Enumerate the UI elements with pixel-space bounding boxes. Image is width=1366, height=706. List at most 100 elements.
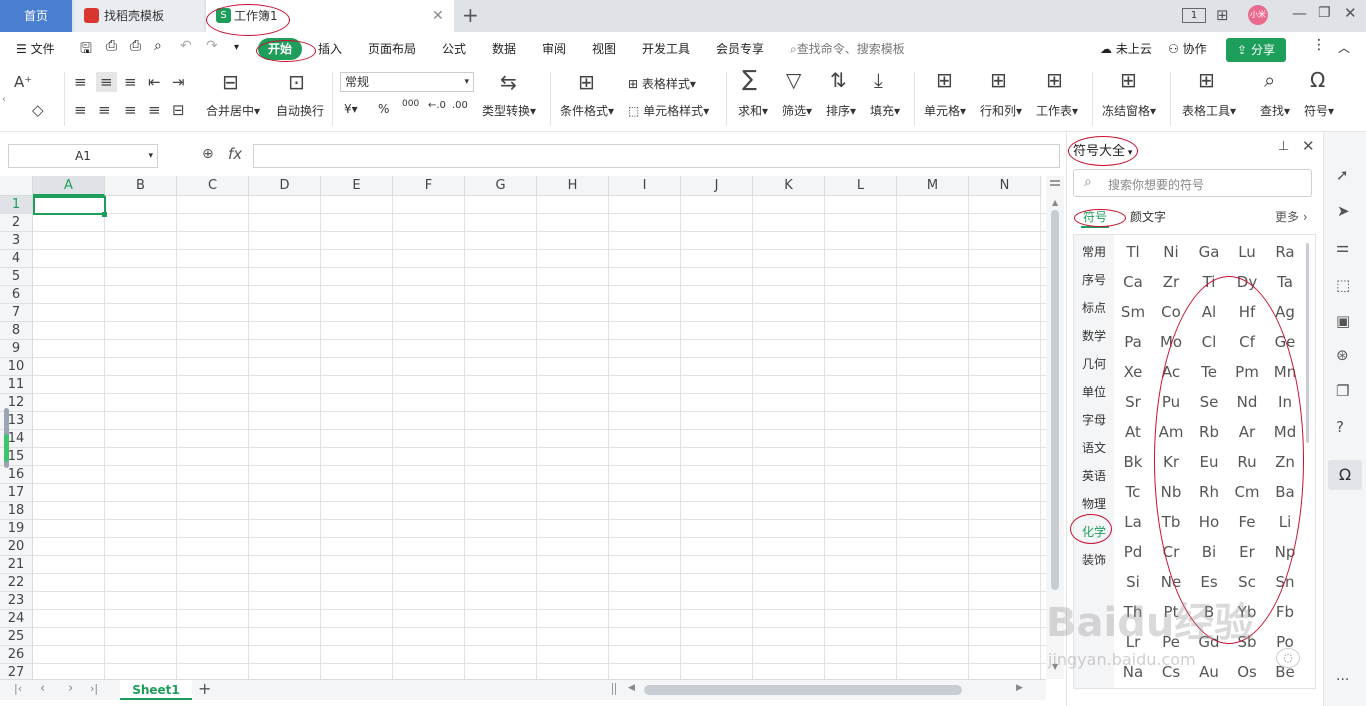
file-menu[interactable]: ☰ 文件 <box>16 40 55 57</box>
tab-data[interactable]: 数据 <box>492 40 516 57</box>
tab-home[interactable]: 首页 <box>0 0 72 32</box>
share-button[interactable]: ⇪ 分享 <box>1226 38 1286 62</box>
column-header[interactable]: E <box>321 176 393 196</box>
merge-center-button[interactable]: 合并居中▾ <box>206 102 260 119</box>
align-center-icon[interactable]: ≡ <box>98 102 111 118</box>
symbol-category[interactable]: 物理 <box>1074 495 1114 512</box>
symbol-panel-toggle-icon[interactable]: Ω <box>1328 460 1362 490</box>
sum-icon[interactable]: ∑ <box>742 69 757 91</box>
tab-page-layout[interactable]: 页面布局 <box>368 40 416 57</box>
column-header[interactable]: M <box>897 176 969 196</box>
symbol-search-input[interactable]: ⌕ 搜索你想要的符号 <box>1073 169 1312 197</box>
find-button[interactable]: 查找▾ <box>1260 102 1290 119</box>
symbol-category[interactable]: 英语 <box>1074 467 1114 484</box>
column-header[interactable]: A <box>33 176 105 196</box>
row-header[interactable]: 25 <box>0 628 33 646</box>
column-header[interactable]: K <box>753 176 825 196</box>
redo-icon[interactable]: ↷ <box>206 38 218 54</box>
percent-button[interactable]: % <box>378 102 389 116</box>
column-header[interactable]: B <box>105 176 177 196</box>
row-col-button[interactable]: 行和列▾ <box>980 102 1022 119</box>
wrap-text-icon[interactable]: ⊡ <box>288 72 305 92</box>
row-header[interactable]: 23 <box>0 592 33 610</box>
tab-view[interactable]: 视图 <box>592 40 616 57</box>
collab-button[interactable]: ⚇ 协作 <box>1168 40 1207 57</box>
column-header[interactable]: J <box>681 176 753 196</box>
symbol-cell[interactable]: Os <box>1228 663 1266 681</box>
symbol-cell[interactable]: Xe <box>1114 363 1152 381</box>
scroll-up-icon[interactable]: ▲ <box>1052 198 1058 207</box>
undo-icon[interactable]: ↶ <box>180 38 192 54</box>
table-tools-icon[interactable]: ⊞ <box>1198 70 1215 90</box>
scroll-thumb[interactable] <box>1051 210 1059 590</box>
symbol-category[interactable]: 装饰 <box>1074 551 1114 568</box>
align-right-icon[interactable]: ≡ <box>124 102 137 118</box>
decimal-decrease-icon[interactable]: .00 <box>452 100 468 111</box>
image-icon[interactable]: ▣ <box>1336 312 1350 330</box>
row-header[interactable]: 6 <box>0 286 33 304</box>
symbol-cell[interactable]: Pa <box>1114 333 1152 351</box>
minimize-icon[interactable]: — <box>1292 4 1307 22</box>
fill-button[interactable]: 填充▾ <box>870 102 900 119</box>
symbol-cell[interactable]: Si <box>1114 573 1152 591</box>
symbol-cell[interactable]: La <box>1114 513 1152 531</box>
number-format-select[interactable]: 常规 ▾ <box>340 72 474 92</box>
column-header[interactable]: F <box>393 176 465 196</box>
chat-bubble-icon[interactable]: ◌ <box>1276 648 1300 668</box>
indent-decrease-icon[interactable]: ⇤ <box>148 74 161 90</box>
conditional-format-icon[interactable]: ⊞ <box>578 72 595 92</box>
symbol-cell[interactable]: Sr <box>1114 393 1152 411</box>
row-header[interactable]: 4 <box>0 250 33 268</box>
symbol-category[interactable]: 标点 <box>1074 299 1114 316</box>
sort-button[interactable]: 排序▾ <box>826 102 856 119</box>
symbol-cell[interactable]: Ta <box>1266 273 1304 291</box>
command-search[interactable]: ⌕查找命令、搜索模板 <box>790 40 905 57</box>
type-convert-icon[interactable]: ⇆ <box>500 72 517 92</box>
freeze-panes-icon[interactable]: ⊞ <box>1120 70 1137 90</box>
name-box[interactable]: A1 ▾ <box>8 144 158 168</box>
row-header[interactable]: 21 <box>0 556 33 574</box>
sheet-tab-sheet1[interactable]: Sheet1 <box>120 680 192 700</box>
symbol-scroll-thumb[interactable] <box>1306 243 1309 443</box>
merge-center-icon[interactable]: ⊟ <box>222 72 239 92</box>
row-header[interactable]: 20 <box>0 538 33 556</box>
row-header[interactable]: 11 <box>0 376 33 394</box>
font-size-increase-icon[interactable]: A⁺ <box>14 74 32 90</box>
left-scroll-indicator-active[interactable] <box>4 434 9 462</box>
symbol-category[interactable]: 几何 <box>1074 355 1114 372</box>
row-header[interactable]: 3 <box>0 232 33 250</box>
cell-style-button[interactable]: ⬚ 单元格样式▾ <box>628 102 709 119</box>
active-cell[interactable] <box>33 196 106 215</box>
tab-member[interactable]: 会员专享 <box>716 40 764 57</box>
function-icon[interactable]: fx <box>228 145 242 163</box>
row-header[interactable]: 19 <box>0 520 33 538</box>
symbol-category[interactable]: 序号 <box>1074 271 1114 288</box>
justify-icon[interactable]: ≡ <box>148 102 161 118</box>
row-header[interactable]: 22 <box>0 574 33 592</box>
distribute-icon[interactable]: ⊟ <box>172 102 185 118</box>
compass-icon[interactable]: ⊛ <box>1336 346 1349 364</box>
tab-emoticons[interactable]: 颜文字 <box>1130 208 1166 225</box>
help-icon[interactable]: ? <box>1336 418 1344 436</box>
scroll-left-icon[interactable]: ◀ <box>628 683 635 693</box>
print-preview-icon[interactable]: ⌕ <box>154 38 162 54</box>
row-header[interactable]: 16 <box>0 466 33 484</box>
symbol-category[interactable]: 单位 <box>1074 383 1114 400</box>
sum-button[interactable]: 求和▾ <box>738 102 768 119</box>
symbol-icon[interactable]: Ω <box>1310 70 1325 90</box>
column-header[interactable]: L <box>825 176 897 196</box>
symbol-cell[interactable]: Tc <box>1114 483 1152 501</box>
symbol-category[interactable]: 常用 <box>1074 243 1114 260</box>
formula-input[interactable] <box>253 144 1060 168</box>
close-tab-icon[interactable]: ✕ <box>432 0 444 32</box>
row-header[interactable]: 17 <box>0 484 33 502</box>
row-header[interactable]: 2 <box>0 214 33 232</box>
freeze-panes-button[interactable]: 冻结窗格▾ <box>1102 102 1156 119</box>
grid-apps-icon[interactable]: ⊞ <box>1216 6 1229 24</box>
window-count-icon[interactable]: 1 <box>1182 8 1206 23</box>
tab-docer-templates[interactable]: 找稻壳模板 <box>74 0 204 32</box>
save-icon[interactable]: 🖫 <box>80 38 92 62</box>
row-header[interactable]: 7 <box>0 304 33 322</box>
tab-review[interactable]: 审阅 <box>542 40 566 57</box>
symbol-cell[interactable]: Ni <box>1152 243 1190 261</box>
